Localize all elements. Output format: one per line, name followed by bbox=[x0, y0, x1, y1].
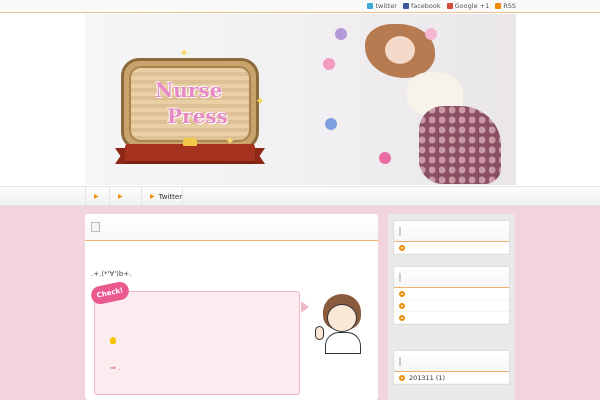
sparkle-icon: ✦ bbox=[179, 46, 190, 60]
site-logo[interactable]: Nurse Press ✦ ✦ ✦ bbox=[115, 46, 266, 166]
widget-link[interactable] bbox=[394, 300, 509, 312]
widget-title bbox=[394, 221, 509, 242]
widget-link[interactable] bbox=[394, 312, 509, 324]
twitter-link[interactable]: twitter bbox=[367, 2, 397, 10]
nurse-illustration bbox=[313, 294, 363, 354]
flower-icon bbox=[335, 28, 347, 40]
sidebar: 201311 (1) bbox=[388, 214, 515, 400]
bullet-icon bbox=[399, 290, 405, 297]
page-icon bbox=[91, 222, 100, 232]
google-plus-icon bbox=[446, 3, 453, 9]
main-content: .+.(*'∀')b+. Check! ⇒ . bbox=[85, 214, 378, 400]
sparkle-icon: ✦ bbox=[255, 94, 266, 108]
bullet-icon bbox=[399, 244, 405, 251]
nav-item-twitter[interactable]: ▶ Twitter bbox=[141, 187, 183, 206]
logo-ribbon bbox=[125, 144, 255, 164]
header-banner[interactable]: Nurse Press ✦ ✦ ✦ bbox=[85, 14, 516, 185]
check-balloon: Check! ⇒ . bbox=[89, 280, 309, 395]
flower-icon bbox=[425, 28, 437, 40]
nav-arrow-icon: ▶ bbox=[94, 193, 99, 200]
top-social-bar: twitter facebook Google +1 RSS bbox=[0, 0, 600, 13]
nav-arrow-icon: ▶ bbox=[150, 193, 155, 200]
flower-icon bbox=[379, 152, 391, 164]
sidebar-widget-1 bbox=[393, 220, 510, 255]
rss-link[interactable]: RSS bbox=[495, 2, 516, 10]
nav-arrow-icon: ▶ bbox=[118, 193, 123, 200]
nav-item-2[interactable]: ▶ bbox=[109, 187, 141, 206]
widget-title bbox=[394, 351, 509, 372]
arrow-link-text[interactable]: ⇒ . bbox=[110, 364, 120, 372]
twitter-icon bbox=[367, 3, 374, 9]
model-face bbox=[385, 36, 415, 64]
bullet-icon bbox=[399, 302, 405, 309]
facebook-link[interactable]: facebook bbox=[402, 2, 441, 10]
rss-icon bbox=[495, 3, 502, 9]
bulb-icon bbox=[110, 337, 116, 344]
rss-label: RSS bbox=[503, 2, 516, 10]
widget-link[interactable] bbox=[394, 242, 509, 254]
social-links: twitter facebook Google +1 RSS bbox=[367, 2, 516, 10]
widget-link[interactable] bbox=[394, 288, 509, 300]
logo-text-line2: Press bbox=[167, 104, 228, 128]
bullet-icon bbox=[399, 374, 405, 381]
facebook-icon bbox=[402, 3, 409, 9]
nav-item-label: Twitter bbox=[158, 192, 183, 201]
sidebar-widget-archive: 201311 (1) bbox=[393, 350, 510, 385]
sidebar-widget-2 bbox=[393, 266, 510, 325]
widget-title bbox=[394, 267, 509, 288]
bullet-icon bbox=[399, 314, 405, 321]
check-badge: Check! bbox=[89, 280, 131, 306]
header-model-photo bbox=[323, 14, 516, 185]
nurse-face bbox=[327, 304, 357, 332]
crown-icon bbox=[183, 138, 197, 146]
logo-text-line1: Nurse bbox=[155, 78, 223, 102]
post-title-bar bbox=[85, 214, 378, 241]
nav-list: ▶ ▶ ▶ Twitter bbox=[85, 187, 183, 206]
facebook-label: facebook bbox=[410, 2, 441, 10]
archive-link[interactable]: 201311 (1) bbox=[394, 372, 509, 384]
flower-icon bbox=[323, 58, 335, 70]
google-plus-label: Google +1 bbox=[454, 2, 490, 10]
nurse-body bbox=[325, 332, 361, 354]
global-nav: ▶ ▶ ▶ Twitter bbox=[0, 186, 600, 206]
balloon-notch bbox=[301, 301, 309, 313]
post-intro-text: .+.(*'∀')b+. bbox=[91, 270, 132, 278]
sparkle-icon: ✦ bbox=[225, 134, 236, 148]
nav-item-1[interactable]: ▶ bbox=[85, 187, 109, 206]
nurse-hand bbox=[315, 326, 324, 340]
google-plus-link[interactable]: Google +1 bbox=[446, 2, 490, 10]
twitter-label: twitter bbox=[375, 2, 397, 10]
model-skirt bbox=[419, 106, 501, 184]
flower-icon bbox=[325, 118, 337, 130]
